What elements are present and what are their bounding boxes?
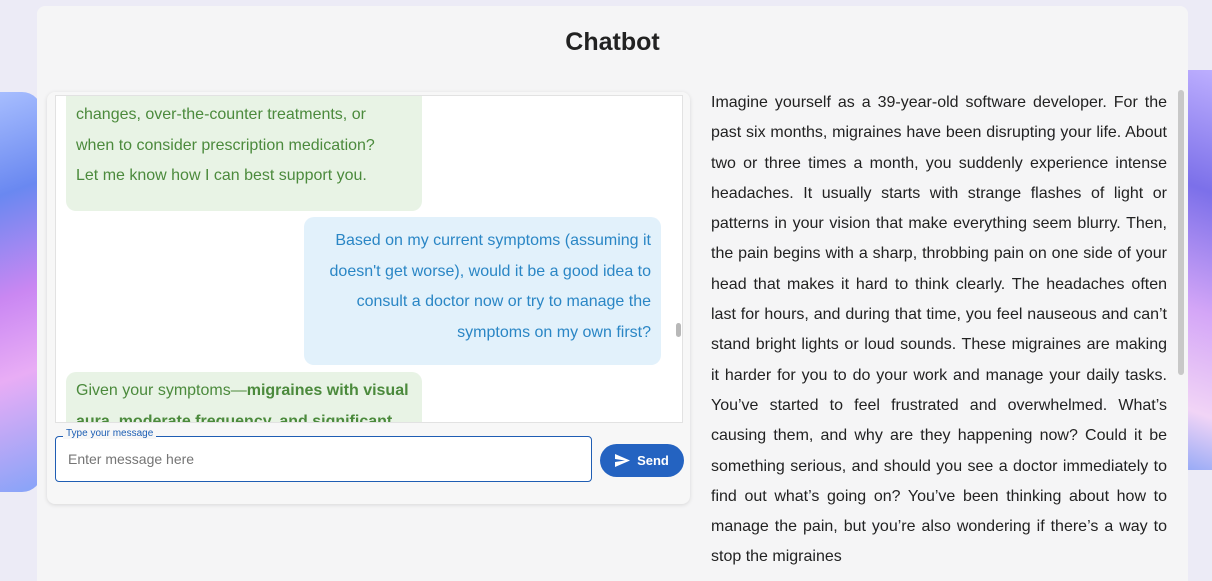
user-message: Based on my current symptoms (assuming i… <box>304 217 661 365</box>
bot-message: Given your symptoms—migraines with visua… <box>66 372 422 423</box>
chat-panel: changes, over-the-counter treatments, or… <box>47 92 690 504</box>
message-line: Let me know how I can best support you. <box>76 167 367 184</box>
message-input-wrapper: Type your message <box>55 428 592 484</box>
desktop-wallpaper-right <box>1186 70 1212 470</box>
desktop-wallpaper-left <box>0 92 42 492</box>
message-scrollbar[interactable] <box>676 323 681 337</box>
scenario-scrollbar[interactable] <box>1178 90 1184 375</box>
page-title: Chatbot <box>565 28 660 56</box>
message-bold-text: migraines with visual <box>246 382 409 399</box>
scenario-text: Imagine yourself as a 39-year-old softwa… <box>711 94 1167 566</box>
message-line: when to consider prescription medication… <box>76 136 375 154</box>
send-button-label: Send <box>637 453 669 468</box>
chatbot-app-window: Chatbot changes, over-the-counter treatm… <box>37 6 1188 581</box>
message-line: symptoms on my own first? <box>457 323 651 341</box>
send-button[interactable]: Send <box>600 444 684 477</box>
message-line: changes, over-the-counter treatments, or <box>76 106 366 123</box>
send-icon <box>615 454 631 467</box>
bot-message: changes, over-the-counter treatments, or… <box>66 96 422 211</box>
message-line: doesn't get worse), would it be a good i… <box>329 262 651 280</box>
message-line: Based on my current symptoms (assuming i… <box>335 232 651 249</box>
message-list[interactable]: changes, over-the-counter treatments, or… <box>55 95 683 423</box>
message-line: consult a doctor now or try to manage th… <box>356 293 651 310</box>
message-line: aura, moderate frequency, and significan… <box>76 412 393 423</box>
message-input[interactable] <box>55 436 592 482</box>
message-line: Given your symptoms—migraines with visua… <box>76 376 412 407</box>
message-text: Given your symptoms— <box>76 382 247 399</box>
message-input-label: Type your message <box>63 428 157 439</box>
